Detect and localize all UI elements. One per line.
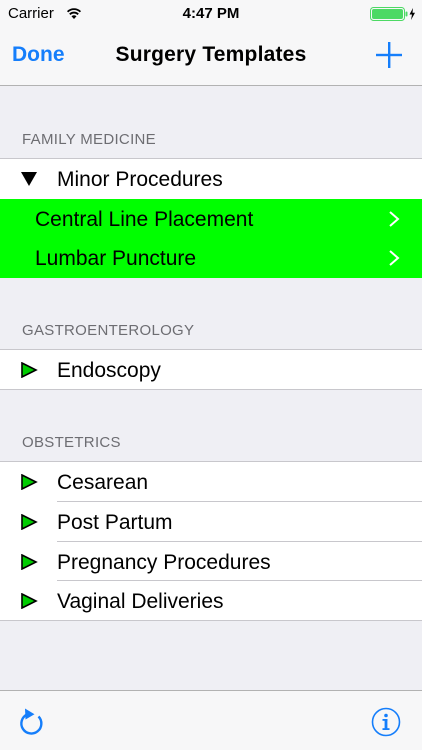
separator [0,620,422,621]
section-header-obstetrics: OBSTETRICS [22,434,121,451]
group-row-vaginal-deliveries[interactable]: Vaginal Deliveries [0,581,422,621]
chevron-right-icon [389,250,400,266]
collapsed-triangle-icon [21,554,38,570]
group-row-cesarean[interactable]: Cesarean [0,462,422,502]
expanded-triangle-icon [21,172,37,186]
group-row-minor-procedures[interactable]: Minor Procedures [0,159,422,199]
group-label: Minor Procedures [57,168,223,191]
group-label: Post Partum [57,511,173,534]
info-icon[interactable] [371,707,401,737]
group-row-endoscopy[interactable]: Endoscopy [0,350,422,390]
collapsed-triangle-icon [21,514,38,530]
section-header-gastroenterology: GASTROENTEROLOGY [22,322,195,339]
page-title: Surgery Templates [115,43,307,66]
navigation-bar: Done Surgery Templates [0,28,422,86]
template-row-central-line-placement[interactable]: Central Line Placement [0,199,422,239]
bottom-toolbar [0,690,422,750]
battery-icon [370,7,415,21]
template-label: Lumbar Puncture [35,247,197,270]
template-row-lumbar-puncture[interactable]: Lumbar Puncture [0,238,422,278]
group-row-pregnancy-procedures[interactable]: Pregnancy Procedures [0,542,422,582]
collapsed-triangle-icon [21,593,38,609]
separator [0,389,422,390]
group-label: Endoscopy [57,359,161,382]
status-time: 4:47 PM [182,5,240,22]
group-label: Vaginal Deliveries [57,590,224,613]
section-header-family-medicine: FAMILY MEDICINE [22,131,156,148]
group-label: Pregnancy Procedures [57,551,271,574]
add-icon[interactable] [376,42,402,68]
template-label: Central Line Placement [35,208,254,231]
group-row-post-partum[interactable]: Post Partum [0,502,422,542]
refresh-icon[interactable] [19,707,47,737]
collapsed-triangle-icon [21,362,38,378]
chevron-right-icon [389,211,400,227]
status-bar: Carrier 4:47 PM [0,0,422,28]
group-label: Cesarean [57,471,149,494]
collapsed-triangle-icon [21,474,38,490]
